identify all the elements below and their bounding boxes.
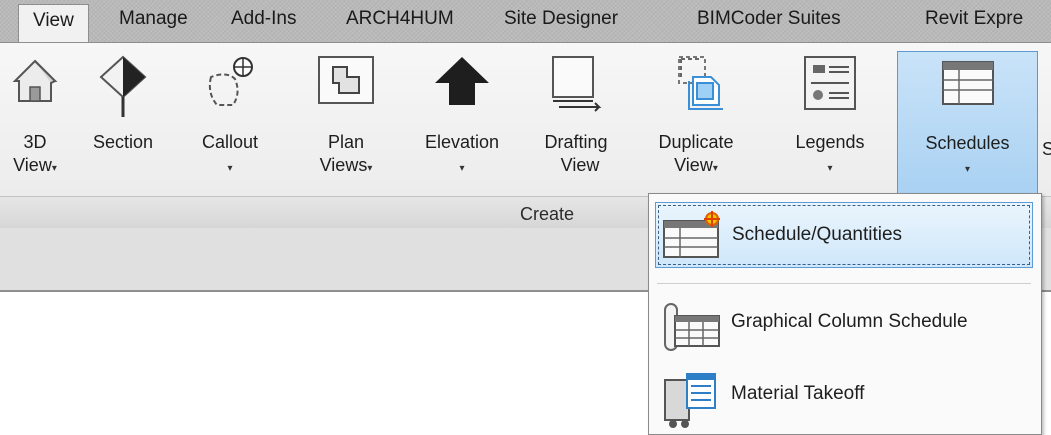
menu-item-graphical-column-schedule[interactable]: Graphical Column Schedule — [655, 290, 1033, 356]
tab-arch4hum[interactable]: ARCH4HUM — [346, 0, 454, 42]
duplicate-view-button[interactable]: Duplicate View▾ — [648, 43, 744, 197]
dropdown-caret-icon: ▾ — [712, 163, 718, 174]
tab-view[interactable]: View — [18, 4, 89, 43]
callout-button[interactable]: Callout ▾ — [190, 43, 270, 197]
dropdown-caret-icon: ▾ — [227, 163, 233, 174]
plan-views-icon — [315, 53, 377, 114]
schedules-button[interactable]: Schedules ▾ — [897, 51, 1038, 197]
3d-view-label-line1: 3D — [23, 132, 47, 152]
graphical-column-schedule-label: Graphical Column Schedule — [731, 311, 968, 332]
dropdown-caret-icon: ▾ — [51, 163, 57, 174]
tab-bimcoder-suites[interactable]: BIMCoder Suites — [697, 0, 841, 42]
material-takeoff-icon — [661, 370, 727, 435]
legends-icon — [799, 53, 861, 120]
schedules-dropdown-menu: Schedule/Quantities Graphical Column Sch… — [648, 193, 1042, 435]
house-icon — [7, 53, 63, 114]
duplicate-view-label-line2: View — [674, 155, 713, 175]
3d-view-button[interactable]: 3D View▾ — [0, 43, 70, 197]
drafting-view-button[interactable]: Drafting View — [532, 43, 620, 197]
tab-site-designer[interactable]: Site Designer — [504, 0, 618, 42]
menu-item-schedule-quantities[interactable]: Schedule/Quantities — [655, 202, 1033, 268]
callout-icon — [199, 53, 261, 120]
plan-views-label-line1: Plan — [327, 132, 365, 152]
menu-item-material-takeoff[interactable]: Material Takeoff — [655, 362, 1033, 428]
drafting-view-icon — [545, 53, 607, 120]
material-takeoff-label: Material Takeoff — [731, 383, 865, 404]
drafting-view-label-line1: Drafting — [544, 132, 608, 152]
3d-view-label-line2: View — [13, 155, 52, 175]
legends-button[interactable]: Legends ▾ — [782, 43, 878, 197]
elevation-label: Elevation — [424, 132, 500, 152]
elevation-button[interactable]: Elevation ▾ — [410, 43, 514, 197]
ribbon-tab-bar: View Manage Add-Ins ARCH4HUM Site Design… — [0, 0, 1051, 43]
plan-views-button[interactable]: Plan Views▾ — [298, 43, 394, 197]
drafting-view-label-line2: View — [560, 155, 600, 175]
dropdown-caret-icon: ▾ — [827, 163, 833, 174]
ribbon-panel: 3D View▾ Section Callout ▾ Plan Views▾ E… — [0, 42, 1051, 197]
legends-label: Legends — [795, 132, 865, 152]
schedules-icon — [937, 56, 999, 117]
section-button[interactable]: Section — [80, 43, 166, 197]
section-marker-icon — [95, 53, 151, 124]
tab-add-ins[interactable]: Add-Ins — [231, 0, 296, 42]
tab-manage[interactable]: Manage — [119, 0, 188, 42]
plan-views-label-line2: Views — [319, 155, 368, 175]
duplicate-view-label-line1: Duplicate — [658, 132, 734, 152]
elevation-arrow-icon — [431, 53, 493, 114]
dropdown-caret-icon: ▾ — [367, 163, 373, 174]
section-label: Section — [92, 132, 154, 152]
schedule-quantities-label: Schedule/Quantities — [732, 224, 903, 245]
graphical-column-schedule-icon — [661, 298, 727, 359]
tab-revit-express[interactable]: Revit Expre — [925, 0, 1023, 42]
duplicate-view-icon — [665, 53, 727, 120]
dropdown-caret-icon: ▾ — [459, 163, 465, 174]
callout-label: Callout — [201, 132, 259, 152]
schedules-label: Schedules — [925, 133, 1010, 153]
create-panel-label: Create — [520, 204, 575, 224]
dropdown-caret-icon: ▾ — [964, 164, 971, 175]
menu-separator — [657, 283, 1031, 284]
schedule-quantities-icon — [662, 211, 728, 266]
partially-visible-button-label: S — [1042, 139, 1051, 159]
